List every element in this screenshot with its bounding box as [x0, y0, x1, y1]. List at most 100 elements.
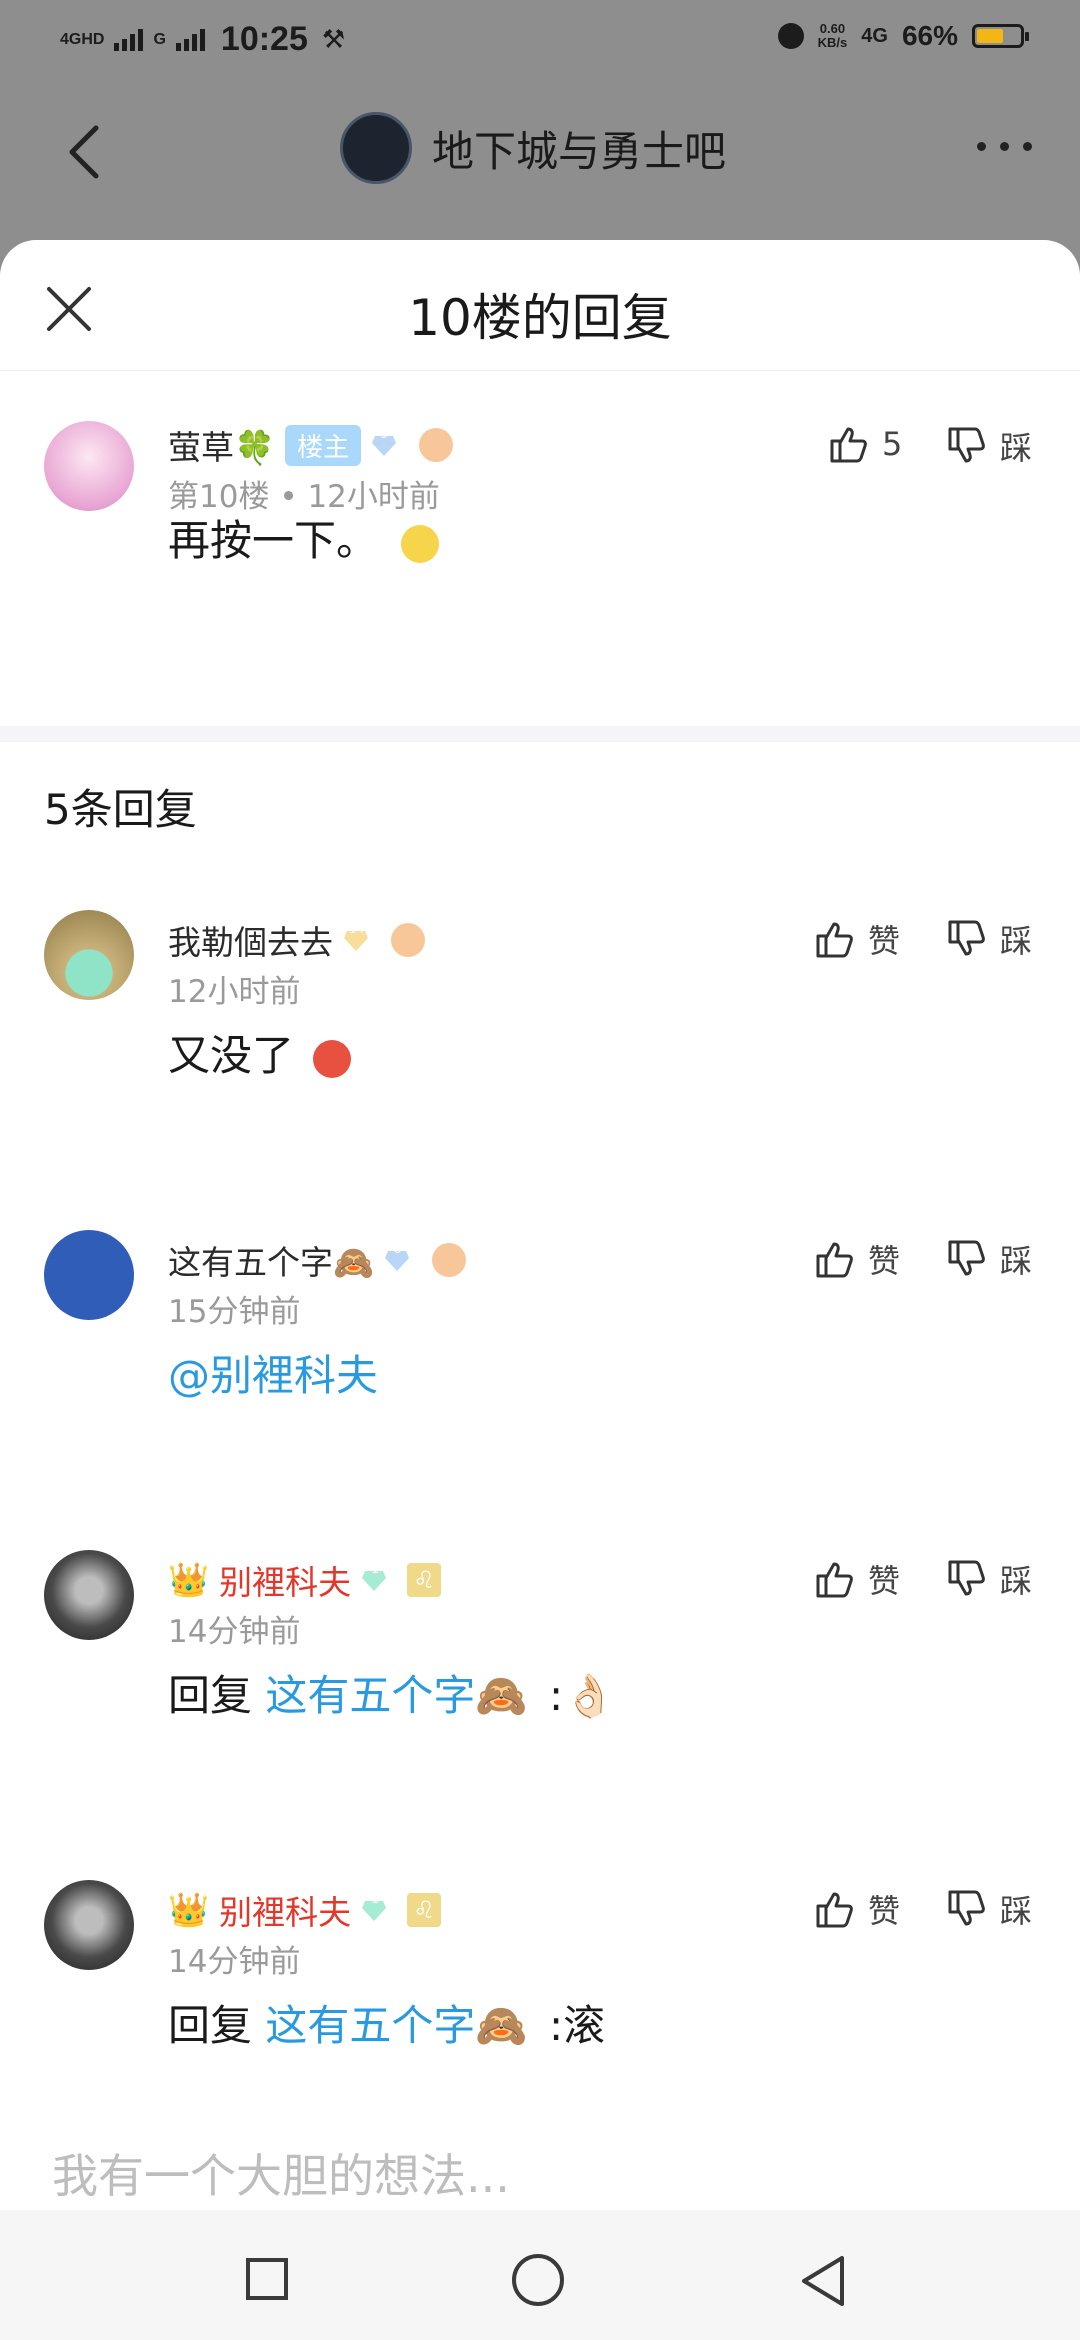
status-right: 0.60 KB/s 4G 66%	[777, 20, 1029, 52]
dislike-button[interactable]: 踩	[946, 423, 1032, 469]
username[interactable]: 别裡科夫	[219, 1886, 351, 1934]
level-gem-icon: 6	[384, 1241, 410, 1280]
like-label: 赞	[868, 922, 901, 960]
dislike-label: 踩	[1000, 922, 1033, 960]
forum-title[interactable]: 地下城与勇士吧	[432, 118, 726, 179]
battery-fill	[977, 29, 1004, 43]
reply-content: 回复 这有五个字🙈 :滚	[168, 1992, 605, 2053]
reply-item: 这有五个字🙈 6 15分钟前 @别裡科夫 赞 踩	[0, 1230, 1080, 1530]
forum-avatar[interactable]	[340, 112, 412, 184]
reply-item: 👑 别裡科夫 1 ♌ 14分钟前 回复 这有五个字🙈 :滚 赞 踩	[0, 1880, 1080, 2180]
thumbs-down-icon	[948, 1240, 985, 1276]
thumbs-down-icon	[948, 427, 985, 463]
avatar[interactable]	[44, 1230, 134, 1320]
host-badge: 楼主	[285, 424, 362, 466]
system-nav-bar	[0, 2210, 1080, 2340]
thumbs-up-icon	[816, 1892, 853, 1928]
clock: 10:25	[220, 20, 308, 58]
reply-time: 15分钟前	[168, 1294, 301, 1330]
like-count: 5	[882, 425, 903, 463]
dislike-button[interactable]: 踩	[946, 1556, 1032, 1602]
reply-text: 又没了	[168, 1031, 295, 1080]
smile-emoji-icon	[401, 524, 440, 563]
reply-prefix: 回复	[168, 1671, 253, 1720]
reply-target-link[interactable]: 这有五个字🙈	[265, 1671, 527, 1720]
reply-time: 12小时前	[168, 974, 301, 1010]
status-bar: 4GHD G 10:25 ⚒ 0.60 KB/s 4G 66%	[0, 0, 1080, 84]
username-row: 👑 别裡科夫 1 ♌	[168, 1556, 442, 1604]
network-type-2: G	[153, 30, 166, 48]
dislike-label: 踩	[1000, 1562, 1033, 1600]
username-row: 我勒個去去 14	[168, 916, 425, 964]
tools-icon: ⚒	[321, 24, 346, 54]
thumbs-up-icon	[816, 1562, 853, 1598]
thumbs-down-icon	[948, 1560, 985, 1596]
thumbs-up-icon	[830, 427, 867, 463]
net-speed-value: 0.60	[819, 21, 846, 36]
dislike-label: 踩	[1000, 1892, 1033, 1930]
level-gem-icon: 1	[361, 1561, 387, 1600]
username[interactable]: 这有五个字🙈	[168, 1236, 374, 1284]
crown-icon: 👑	[168, 1890, 210, 1929]
dislike-button[interactable]: 踩	[946, 1886, 1032, 1932]
level-number: 1	[371, 1891, 380, 1907]
status-left: 4GHD G 10:25 ⚒	[60, 20, 345, 59]
reply-prefix: 回复	[168, 2001, 253, 2050]
reply-input[interactable]: 我有一个大胆的想法...	[52, 2140, 510, 2206]
leo-badge-icon: ♌	[407, 1563, 442, 1597]
dislike-label: 踩	[1000, 429, 1033, 467]
reply-sheet: 10楼的回复 萤草🍀 楼主 9 第10楼 • 12小时前 再按一下。 5 踩 5…	[0, 240, 1080, 2340]
avatar[interactable]	[44, 1550, 134, 1640]
net-speed-unit: KB/s	[817, 35, 848, 50]
section-divider	[0, 726, 1080, 742]
dislike-button[interactable]: 踩	[946, 916, 1032, 962]
reply-content: 回复 这有五个字🙈 :👌🏻	[168, 1662, 615, 1723]
reply-text: :👌🏻	[549, 1671, 616, 1720]
reply-text: :滚	[549, 2001, 606, 2050]
like-button[interactable]: 赞	[814, 916, 900, 962]
username-row: 👑 别裡科夫 1 ♌	[168, 1886, 442, 1934]
net-speed: 0.60 KB/s	[818, 22, 848, 50]
nav-home-icon[interactable]	[512, 2254, 564, 2306]
network-type-3: 4G	[861, 24, 888, 47]
battery-icon	[972, 24, 1029, 48]
post-text: 再按一下。	[168, 516, 379, 565]
level-gem-icon: 1	[361, 1891, 387, 1930]
signal-icon	[114, 28, 144, 51]
like-button[interactable]: 5	[828, 423, 902, 465]
crown-icon: 👑	[168, 1560, 210, 1599]
like-label: 赞	[868, 1242, 901, 1280]
like-button[interactable]: 赞	[814, 1886, 900, 1932]
dislike-label: 踩	[1000, 1242, 1033, 1280]
battery-percent: 66%	[901, 20, 958, 51]
alarm-icon	[777, 23, 804, 49]
nav-recents-icon[interactable]	[246, 2258, 288, 2300]
username[interactable]: 萤草🍀	[168, 421, 275, 469]
avatar[interactable]	[44, 910, 134, 1000]
dislike-button[interactable]: 踩	[946, 1236, 1032, 1282]
thumbs-down-icon	[948, 920, 985, 956]
mention-link[interactable]: @别裡科夫	[168, 1342, 378, 1403]
reply-time: 14分钟前	[168, 1944, 301, 1980]
network-type: 4GHD	[60, 30, 105, 48]
back-icon[interactable]	[62, 124, 106, 180]
username[interactable]: 我勒個去去	[168, 916, 333, 964]
level-number: 1	[371, 1561, 380, 1577]
more-icon[interactable]	[977, 142, 1032, 151]
thumbs-up-icon	[816, 1242, 853, 1278]
nav-back-icon[interactable]	[798, 2254, 848, 2308]
fan-badge-icon	[391, 923, 425, 957]
reply-time: 14分钟前	[168, 1614, 301, 1650]
like-label: 赞	[868, 1562, 901, 1600]
username-row: 这有五个字🙈 6	[168, 1236, 467, 1284]
reply-item: 我勒個去去 14 12小时前 又没了 赞 踩	[0, 910, 1080, 1210]
like-button[interactable]: 赞	[814, 1236, 900, 1282]
like-button[interactable]: 赞	[814, 1556, 900, 1602]
level-gem-icon: 9	[371, 426, 397, 465]
avatar[interactable]	[44, 1880, 134, 1970]
reply-target-link[interactable]: 这有五个字🙈	[265, 2001, 527, 2050]
post-content: 再按一下。	[168, 507, 440, 568]
username[interactable]: 别裡科夫	[219, 1556, 351, 1604]
avatar[interactable]	[44, 421, 134, 511]
level-number: 6	[393, 1241, 402, 1257]
